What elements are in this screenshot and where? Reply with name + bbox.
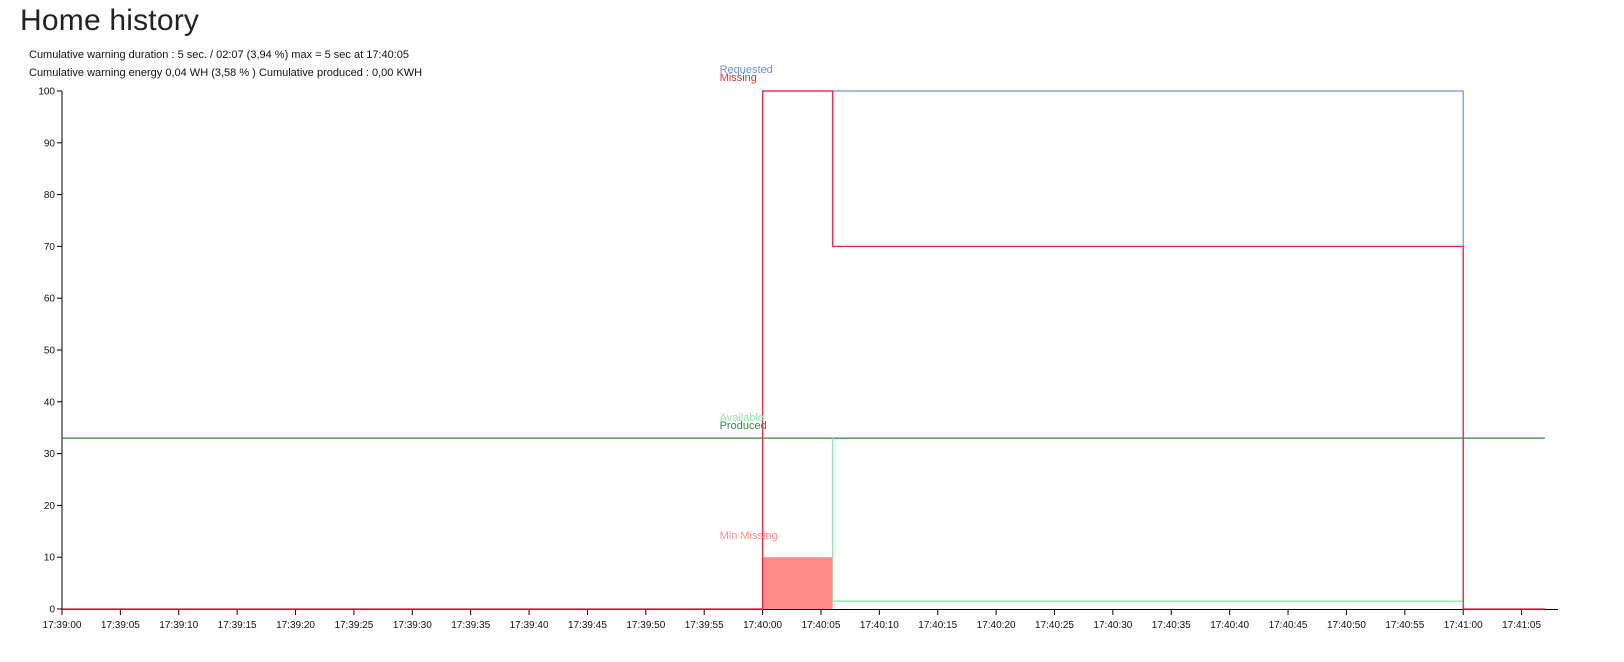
x-tick-label: 17:40:20 (977, 620, 1016, 631)
y-tick-label: 10 (44, 553, 56, 564)
x-tick-label: 17:40:25 (1035, 620, 1074, 631)
x-tick-label: 17:40:10 (860, 620, 899, 631)
x-tick-label: 17:39:25 (334, 620, 373, 631)
x-tick-label: 17:39:35 (451, 620, 490, 631)
y-tick-label: 30 (44, 449, 56, 460)
x-tick-label: 17:39:45 (568, 620, 607, 631)
y-tick-label: 0 (49, 605, 55, 616)
x-tick-label: 17:40:15 (918, 620, 957, 631)
x-tick-label: 17:39:05 (101, 620, 140, 631)
x-tick-label: 17:39:20 (276, 620, 315, 631)
x-tick-label: 17:39:00 (43, 620, 82, 631)
y-tick-label: 60 (44, 294, 56, 305)
y-tick-label: 40 (44, 397, 56, 408)
x-tick-label: 17:40:55 (1385, 620, 1424, 631)
x-tick-label: 17:39:40 (510, 620, 549, 631)
y-tick-label: 20 (44, 501, 56, 512)
x-tick-label: 17:39:10 (159, 620, 198, 631)
x-tick-label: 17:40:50 (1327, 620, 1366, 631)
x-tick-label: 17:39:15 (218, 620, 257, 631)
y-tick-label: 50 (44, 346, 56, 357)
x-tick-label: 17:40:45 (1269, 620, 1308, 631)
available-line (832, 438, 1464, 602)
x-tick-label: 17:41:00 (1444, 620, 1483, 631)
x-tick-label: 17:41:05 (1502, 620, 1541, 631)
x-tick-label: 17:39:55 (685, 620, 724, 631)
produced-label: Produced (720, 420, 767, 432)
x-tick-label: 17:39:50 (626, 620, 665, 631)
y-tick-label: 80 (44, 190, 56, 201)
x-tick-label: 17:40:40 (1210, 620, 1249, 631)
x-tick-label: 17:39:30 (393, 620, 432, 631)
history-chart: 0 10 20 30 40 50 60 70 80 90 100 17:39:00 17:39:05 17… (38, 64, 1558, 631)
x-tick-label: 17:40:05 (802, 620, 841, 631)
missing-line (62, 90, 1545, 610)
y-tick-label: 70 (44, 242, 56, 253)
missing-label: Missing (720, 72, 757, 84)
y-tick-label: 90 (44, 138, 56, 149)
y-tick-label: 100 (38, 87, 55, 98)
x-tick-label: 17:40:30 (1093, 620, 1132, 631)
x-tick-label: 17:40:35 (1152, 620, 1191, 631)
requested-line (62, 90, 1545, 610)
min-missing-label: Min Missing (720, 530, 778, 542)
x-tick-label: 17:40:00 (743, 620, 782, 631)
min-missing-area (762, 557, 833, 609)
